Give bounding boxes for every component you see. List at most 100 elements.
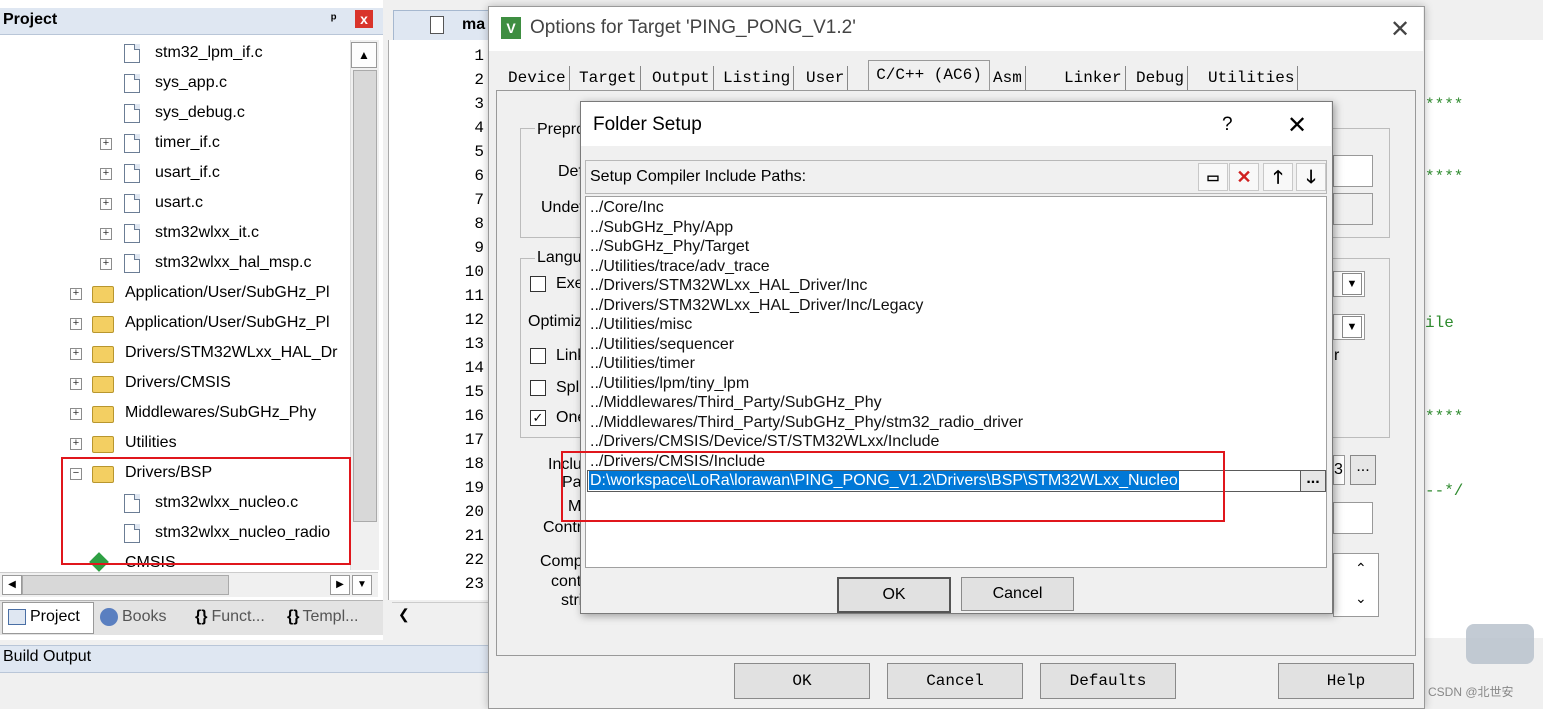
tab-debug[interactable]: Debug — [1133, 66, 1189, 90]
delete-icon[interactable]: ✕ — [1229, 163, 1259, 191]
tree-item[interactable]: + stm32wlxx_it.c — [0, 218, 350, 248]
chevron-down-icon[interactable]: ▼ — [1342, 316, 1362, 338]
include-path-item[interactable]: ../SubGHz_Phy/Target — [590, 237, 749, 256]
tree-item[interactable]: sys_debug.c — [0, 98, 350, 128]
expand-icon[interactable]: + — [100, 228, 112, 240]
tree-item[interactable]: + stm32wlxx_hal_msp.c — [0, 248, 350, 278]
misc-field[interactable] — [1333, 502, 1373, 534]
tree-item[interactable]: + usart.c — [0, 188, 350, 218]
expand-icon[interactable]: + — [70, 348, 82, 360]
undefine-field[interactable] — [1333, 193, 1373, 225]
pin-icon[interactable]: ᵖ — [331, 10, 336, 26]
tree-item[interactable]: + Middlewares/SubGHz_Phy — [0, 398, 350, 428]
folder-setup-title: Folder Setup — [593, 114, 702, 135]
link-time-checkbox[interactable] — [530, 348, 546, 364]
tab-user[interactable]: User — [803, 66, 849, 90]
tab-target[interactable]: Target — [576, 66, 641, 90]
include-path-item[interactable]: ../Utilities/misc — [590, 315, 692, 334]
ok-button[interactable]: OK — [734, 663, 870, 699]
tab-cc-ac6[interactable]: C/C++ (AC6) — [868, 60, 990, 93]
line-number: 2 — [474, 71, 484, 89]
include-path-item[interactable]: ../Drivers/STM32WLxx_HAL_Driver/Inc — [590, 276, 867, 295]
hscroll-thumb[interactable] — [22, 575, 229, 595]
scroll-left-icon[interactable]: ◀ — [2, 575, 22, 595]
expand-icon[interactable]: + — [70, 288, 82, 300]
help-icon[interactable]: ? — [1222, 114, 1233, 136]
tree-item[interactable]: stm32_lpm_if.c — [0, 38, 350, 68]
tab-functions[interactable]: {} Funct... — [195, 604, 265, 630]
tab-asm[interactable]: Asm — [990, 66, 1026, 90]
tab-linker[interactable]: Linker — [1061, 66, 1126, 90]
folder-icon — [92, 406, 114, 423]
tree-item[interactable]: + Utilities — [0, 428, 350, 458]
defaults-button[interactable]: Defaults — [1040, 663, 1176, 699]
scroll-up-icon[interactable]: ▲ — [351, 42, 377, 68]
tree-item[interactable]: + usart_if.c — [0, 158, 350, 188]
include-path-item[interactable]: ../Drivers/CMSIS/Device/ST/STM32WLxx/Inc… — [590, 432, 939, 451]
optimization-label: Optimiz — [528, 313, 583, 330]
scroll-thumb[interactable] — [353, 70, 377, 522]
include-browse-button[interactable]: ... — [1350, 455, 1376, 485]
include-path-item[interactable]: ../Utilities/sequencer — [590, 335, 734, 354]
expand-icon[interactable]: + — [70, 318, 82, 330]
scroll-left-icon[interactable]: ❮ — [398, 606, 410, 623]
include-path-item[interactable]: ../Middlewares/Third_Party/SubGHz_Phy — [590, 393, 882, 412]
partial-label: r — [1334, 347, 1340, 364]
close-icon[interactable]: ✕ — [1390, 15, 1410, 44]
expand-icon[interactable]: + — [100, 138, 112, 150]
tab-device[interactable]: Device — [505, 66, 570, 90]
expand-icon[interactable]: + — [100, 198, 112, 210]
braces-icon: {} — [195, 608, 208, 625]
move-down-icon[interactable]: 🡓 — [1296, 163, 1326, 191]
include-path-item[interactable]: ../Drivers/STM32WLxx_HAL_Driver/Inc/Lega… — [590, 296, 923, 315]
browse-button[interactable]: ... — [1300, 470, 1326, 492]
define-field[interactable] — [1333, 155, 1373, 187]
folder-cancel-button[interactable]: Cancel — [961, 577, 1074, 611]
tab-listing[interactable]: Listing — [720, 66, 795, 90]
split-checkbox[interactable] — [530, 380, 546, 396]
expand-icon[interactable]: + — [70, 378, 82, 390]
close-icon[interactable]: x — [355, 10, 373, 28]
include-path-item[interactable]: ../Middlewares/Third_Party/SubGHz_Phy/st… — [590, 413, 1023, 432]
include-path-item[interactable]: ../Utilities/trace/adv_trace — [590, 257, 770, 276]
tree-item[interactable]: + Drivers/STM32WLxx_HAL_Dr — [0, 338, 350, 368]
line-number: 16 — [464, 407, 484, 425]
control-string-label: cont — [551, 573, 582, 590]
folder-ok-button[interactable]: OK — [837, 577, 951, 613]
tree-item[interactable]: + Drivers/CMSIS — [0, 368, 350, 398]
cancel-button[interactable]: Cancel — [887, 663, 1023, 699]
move-up-icon[interactable]: 🡑 — [1263, 163, 1293, 191]
scroll-down-icon[interactable]: ⌄ — [1355, 590, 1367, 607]
tree-item[interactable]: sys_app.c — [0, 68, 350, 98]
tree-item[interactable]: + timer_if.c — [0, 128, 350, 158]
expand-icon[interactable]: + — [100, 258, 112, 270]
tab-project[interactable]: Project — [8, 604, 80, 630]
scroll-up-icon[interactable]: ⌃ — [1355, 560, 1367, 577]
tab-output[interactable]: Output — [649, 66, 714, 90]
include-path-item[interactable]: ../Utilities/timer — [590, 354, 695, 373]
include-path-item[interactable]: ../Core/Inc — [590, 198, 664, 217]
expand-icon[interactable]: + — [70, 438, 82, 450]
close-icon[interactable]: ✕ — [1287, 111, 1307, 140]
tree-item[interactable]: + Application/User/SubGHz_Pl — [0, 278, 350, 308]
tab-templates[interactable]: {} Templ... — [287, 604, 358, 630]
tab-utilities[interactable]: Utilities — [1205, 66, 1299, 90]
scroll-down-icon[interactable]: ▼ — [352, 575, 372, 595]
tab-books[interactable]: Books — [100, 604, 166, 630]
expand-icon[interactable]: + — [100, 168, 112, 180]
include-path-item[interactable]: ../SubGHz_Phy/App — [590, 218, 733, 237]
one-elf-checkbox[interactable]: ✓ — [530, 410, 546, 426]
highlight-bsp-folder — [61, 457, 351, 565]
chevron-down-icon[interactable]: ▼ — [1342, 273, 1362, 295]
tree-item[interactable]: + Application/User/SubGHz_Pl — [0, 308, 350, 338]
help-button[interactable]: Help — [1278, 663, 1414, 699]
include-path-item[interactable]: ../Utilities/lpm/tiny_lpm — [590, 374, 749, 393]
code-fragment: ile — [1425, 314, 1454, 332]
include-field[interactable]: 3 — [1333, 455, 1345, 485]
line-number: 15 — [464, 383, 484, 401]
scroll-right-icon[interactable]: ▶ — [330, 575, 350, 595]
expand-icon[interactable]: + — [70, 408, 82, 420]
new-folder-icon[interactable]: ▭ — [1198, 163, 1228, 191]
line-number: 3 — [474, 95, 484, 113]
execute-only-checkbox[interactable] — [530, 276, 546, 292]
